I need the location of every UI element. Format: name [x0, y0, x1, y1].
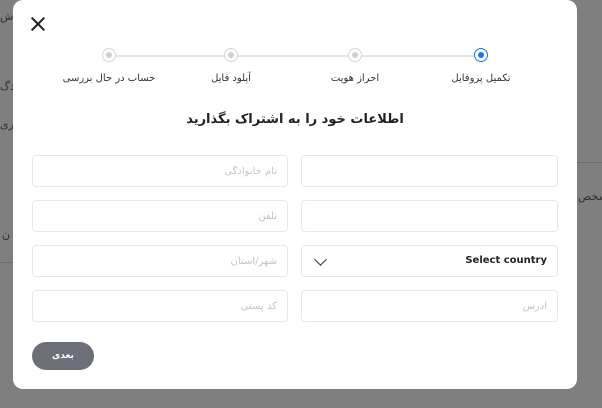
close-icon[interactable]: [29, 15, 47, 33]
step-label-identity: احراز هویت: [330, 73, 380, 84]
phone-field[interactable]: [32, 200, 288, 232]
background-divider: [577, 162, 602, 163]
step-dot-upload: [224, 48, 238, 62]
background-divider: [0, 262, 13, 263]
step-label-profile: تکمیل پروفایل: [451, 73, 511, 84]
address-field[interactable]: [301, 290, 558, 322]
next-button[interactable]: بعدی: [32, 342, 94, 370]
stepper-track: [110, 55, 482, 57]
first-name-field[interactable]: [301, 155, 558, 187]
country-select[interactable]: Select country: [301, 245, 558, 277]
form-heading: اطلاعات خود را به اشتراک بگذارید: [186, 112, 404, 127]
step-dot-profile: [474, 48, 488, 62]
step-dot-identity: [348, 48, 362, 62]
step-dot-review: [102, 48, 116, 62]
city-field[interactable]: [32, 245, 288, 277]
step-label-review: حساب در حال بررسی: [62, 73, 156, 84]
last-name-field[interactable]: [32, 155, 288, 187]
background-text-3: ری: [0, 118, 14, 131]
background-text-4: شخص: [578, 190, 602, 203]
chevron-down-icon: [314, 253, 327, 266]
profile-modal: تکمیل پروفایل احراز هویت آپلود فایل حساب…: [13, 0, 577, 389]
email-field[interactable]: [301, 200, 558, 232]
step-label-upload: آپلود فایل: [211, 73, 251, 84]
postal-code-field[interactable]: [32, 290, 288, 322]
background-text-5: ن: [2, 228, 11, 241]
country-select-value: Select country: [465, 255, 547, 266]
